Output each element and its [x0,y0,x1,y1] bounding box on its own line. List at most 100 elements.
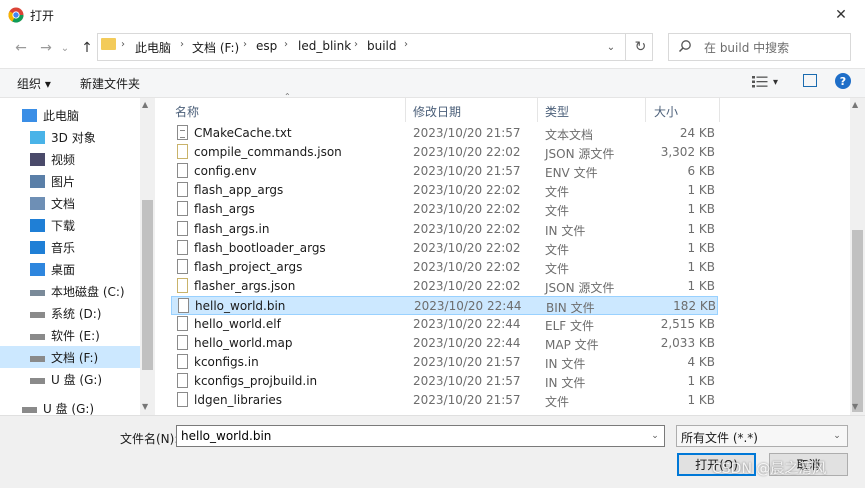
column-divider[interactable] [645,98,646,122]
sidebar-item-label: 系统 (D:) [51,306,102,321]
file-row[interactable]: flash_bootloader_args 2023/10/20 22:02 文件 1… [171,239,718,258]
desktop-icon [30,262,45,276]
file-name: hello_world.elf [194,317,281,331]
sidebar-item[interactable]: 文档 [30,192,75,214]
drive-icon [30,312,45,318]
file-list-scroll-thumb[interactable] [852,230,863,412]
sidebar-item[interactable]: 软件 (E:) [30,324,100,346]
sidebar-item[interactable]: U 盘 (G:) [30,368,102,390]
file-modified: 2023/10/20 22:44 [413,317,521,331]
file-row[interactable]: kconfigs_projbuild.in 2023/10/20 21:57 IN … [171,372,718,391]
file-icon [177,182,188,197]
file-modified: 2023/10/20 22:02 [413,241,521,255]
file-icon [178,298,189,313]
file-row[interactable]: flash_args.in 2023/10/20 22:02 IN 文件 1 KB [171,220,718,239]
column-header-size[interactable]: 大小 [654,103,678,120]
close-button[interactable]: ✕ [817,0,865,30]
file-type-select[interactable]: 所有文件 (*.*) [676,425,848,447]
sidebar-scroll-thumb[interactable] [142,200,153,370]
change-view-button[interactable]: ▾ [752,73,788,91]
preview-pane-icon[interactable] [803,74,817,87]
sidebar-item[interactable]: 3D 对象 [30,126,96,148]
file-row[interactable]: flash_args 2023/10/20 22:02 文件 1 KB [171,200,718,219]
sidebar-item-label: U 盘 (G:) [51,372,103,387]
file-name: kconfigs.in [194,355,259,369]
file-icon [177,392,188,407]
file-size: 1 KB [687,202,715,216]
sidebar-item[interactable]: 音乐 [30,236,75,258]
file-row[interactable]: flasher_args.json 2023/10/20 22:02 JSON 源文… [171,277,718,296]
forward-button[interactable]: → [35,37,57,59]
list-scroll-up-icon[interactable]: ▲ [852,100,858,109]
file-icon [177,259,188,274]
file-name: flash_app_args [194,183,284,197]
column-header-name[interactable]: 名称 [175,103,199,120]
sidebar-item[interactable]: 此电脑 [22,104,79,126]
sidebar-scroll-up-icon[interactable]: ▲ [142,100,148,109]
sidebar-item[interactable]: 文档 (F:) [30,346,98,368]
file-name: kconfigs_projbuild.in [194,374,318,388]
up-button[interactable]: ↑ [76,37,98,59]
column-divider[interactable] [405,98,406,122]
sidebar-item[interactable]: 视频 [30,148,75,170]
file-row[interactable]: compile_commands.json 2023/10/20 22:02 JSO… [171,143,718,162]
sidebar-scroll-down-icon[interactable]: ▼ [142,402,148,411]
file-row[interactable]: hello_world.map 2023/10/20 22:44 MAP 文件 2,0… [171,334,718,353]
sidebar-item[interactable]: 桌面 [30,258,75,280]
sidebar-item-label: 音乐 [51,240,76,255]
column-header-type[interactable]: 类型 [545,103,569,120]
file-type: 文本文档 [545,128,594,142]
json-file-icon [177,144,188,159]
file-name: flash_args.in [194,222,270,236]
sidebar-item[interactable]: 图片 [30,170,75,192]
file-row[interactable]: flash_project_args 2023/10/20 22:02 文件 1 KB [171,258,718,277]
documents-icon [30,196,45,210]
download-icon [30,218,45,232]
column-divider[interactable] [537,98,538,122]
file-type: 文件 [545,395,570,409]
file-type: BIN 文件 [546,301,595,315]
file-row[interactable]: kconfigs.in 2023/10/20 21:57 IN 文件 4 KB [171,353,718,372]
breadcrumb-led-blink[interactable]: led_blink [298,39,351,53]
sidebar-item[interactable]: 本地磁盘 (C:) [30,280,125,302]
sidebar-item-label: 本地磁盘 (C:) [51,284,125,299]
breadcrumb-drive-f[interactable]: 文档 (F:) [192,39,239,56]
back-button[interactable]: ← [10,37,32,59]
sidebar-item[interactable]: 下载 [30,214,75,236]
recent-locations-button[interactable]: ⌄ [58,37,72,59]
drive-icon [30,356,45,362]
file-modified: 2023/10/20 22:02 [413,202,521,216]
file-row[interactable]: hello_world.bin 2023/10/20 22:44 BIN 文件 182… [171,296,718,315]
music-icon [30,240,45,254]
filename-input[interactable] [176,425,665,447]
sidebar-item-label: U 盘 (G:) [43,401,95,416]
file-row[interactable]: CMakeCache.txt 2023/10/20 21:57 文本文档 24 KB [171,124,718,143]
filename-dropdown-icon[interactable]: ⌄ [646,426,664,446]
file-row[interactable]: hello_world.elf 2023/10/20 22:44 ELF 文件 2,5… [171,315,718,334]
chrome-icon [8,7,24,23]
address-dropdown-icon[interactable]: ⌄ [598,33,624,61]
breadcrumb-this-pc[interactable]: 此电脑 [135,39,171,56]
3d-objects-icon [30,130,45,144]
column-divider[interactable] [719,98,720,122]
sidebar-item[interactable]: 系统 (D:) [30,302,101,324]
refresh-button[interactable]: ↻ [625,33,655,61]
list-scroll-down-icon[interactable]: ▼ [852,402,858,411]
sidebar-item-label: 图片 [51,174,76,189]
text-file-icon [177,125,188,140]
breadcrumb-esp[interactable]: esp [256,39,277,53]
new-folder-button[interactable]: 新建文件夹 [80,75,140,92]
file-size: 2,515 KB [660,317,715,331]
json-file-icon [177,278,188,293]
file-row[interactable]: ldgen_libraries 2023/10/20 21:57 文件 1 KB [171,391,718,410]
organize-button[interactable]: 组织 ▾ [17,75,51,92]
file-row[interactable]: flash_app_args 2023/10/20 22:02 文件 1 KB [171,181,718,200]
help-button[interactable]: ? [835,73,851,89]
file-type: JSON 源文件 [545,147,615,161]
file-row[interactable]: config.env 2023/10/20 21:57 ENV 文件 6 KB [171,162,718,181]
breadcrumb-build[interactable]: build [367,39,397,53]
column-header-modified[interactable]: 修改日期 [413,103,461,120]
file-type-dropdown-icon[interactable]: ⌄ [828,426,846,446]
file-name: hello_world.map [194,336,293,350]
file-size: 1 KB [687,393,715,407]
